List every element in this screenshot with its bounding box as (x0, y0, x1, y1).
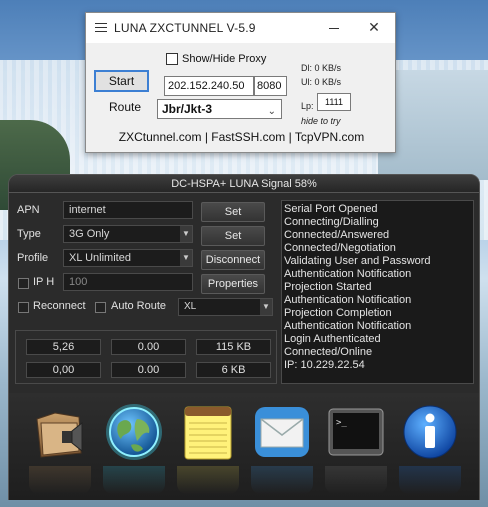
start-button[interactable]: Start (94, 70, 149, 92)
set-type-button[interactable]: Set (201, 226, 265, 246)
signal-header: DC-HSPA+ LUNA Signal 58% (9, 175, 479, 193)
terminal-icon[interactable]: >_ (325, 401, 387, 463)
close-button[interactable]: ✕ (363, 17, 385, 37)
log-line: Validating User and Password (284, 255, 431, 267)
ip-h-checkbox[interactable] (18, 278, 29, 289)
show-hide-proxy-label: Show/Hide Proxy (182, 53, 267, 65)
stat-r1c3: 115 KB (196, 339, 271, 355)
apn-label: APN (17, 204, 40, 216)
chevron-down-icon: ▼ (180, 226, 192, 242)
log-line: IP: 10.229.22.54 (284, 359, 365, 371)
connection-log[interactable]: Serial Port Opened Connecting/Dialling C… (281, 200, 474, 384)
notepad-icon[interactable] (177, 401, 239, 463)
minimize-button[interactable] (323, 19, 347, 37)
chevron-down-icon: ⌄ (267, 106, 276, 117)
hide-to-try-text: hide to try (301, 116, 341, 126)
proxy-port-input[interactable]: 8080 (254, 76, 287, 96)
auto-route-checkbox[interactable] (95, 302, 106, 313)
log-line: Authentication Notification (284, 294, 412, 306)
zxctunnel-window: LUNA ZXCTUNNEL V-5.9 ✕ Show/Hide Proxy S… (85, 12, 396, 153)
chevron-down-icon: ▼ (180, 250, 192, 266)
profile-label: Profile (17, 252, 49, 264)
menu-icon[interactable] (95, 23, 107, 33)
set-apn-button[interactable]: Set (201, 202, 265, 222)
reconnect-checkbox[interactable] (18, 302, 29, 313)
dock-reflection (177, 466, 239, 494)
footer-links[interactable]: ZXCtunnel.com | FastSSH.com | TcpVPN.com (86, 130, 397, 144)
dock-reflection (325, 466, 387, 494)
upload-speed: Ul: 0 KB/s (301, 77, 342, 87)
reconnect-label: Reconnect (33, 300, 86, 312)
stat-r2c2: 0.00 (111, 362, 186, 378)
download-speed: Dl: 0 KB/s (301, 63, 342, 73)
auto-route-select[interactable]: XL ▼ (178, 298, 273, 316)
route-value: Jbr/Jkt-3 (162, 102, 213, 116)
stat-r2c3: 6 KB (196, 362, 271, 378)
disconnect-button[interactable]: Disconnect (201, 250, 265, 270)
window-title: LUNA ZXCTUNNEL V-5.9 (114, 21, 256, 35)
log-line: Connected/Negotiation (284, 242, 396, 254)
type-value: 3G Only (69, 228, 110, 240)
info-icon[interactable] (399, 401, 461, 463)
apn-input[interactable]: internet (63, 201, 193, 219)
type-label: Type (17, 228, 41, 240)
dock-reflection (251, 466, 313, 494)
stat-r1c1: 5,26 (26, 339, 101, 355)
stat-r1c2: 0.00 (111, 339, 186, 355)
log-line: Connecting/Dialling (284, 216, 379, 228)
properties-button[interactable]: Properties (201, 274, 265, 294)
log-line: Connected/Answered (284, 229, 390, 241)
route-select[interactable]: Jbr/Jkt-3 ⌄ (157, 99, 282, 119)
speaker-folder-icon[interactable] (29, 401, 91, 463)
app-dock: >_ (9, 393, 479, 500)
log-line: Projection Completion (284, 307, 392, 319)
stat-r2c1: 0,00 (26, 362, 101, 378)
profile-value: XL Unlimited (69, 252, 131, 264)
title-bar: LUNA ZXCTUNNEL V-5.9 ✕ (86, 13, 395, 43)
chevron-down-icon: ▼ (260, 299, 272, 315)
svg-text:>_: >_ (336, 418, 347, 428)
auto-route-value: XL (184, 301, 197, 312)
dock-reflection (399, 466, 461, 494)
lp-label: Lp: (301, 101, 314, 111)
log-line: Login Authenticated (284, 333, 381, 345)
log-line: Connected/Online (284, 346, 373, 358)
profile-select[interactable]: XL Unlimited ▼ (63, 249, 193, 267)
show-hide-proxy-toggle[interactable]: Show/Hide Proxy (166, 53, 266, 65)
log-line: Serial Port Opened (284, 203, 378, 215)
dock-reflection (103, 466, 165, 494)
ip-h-input[interactable]: 100 (63, 273, 193, 291)
log-line: Authentication Notification (284, 268, 412, 280)
ip-h-label: IP H (33, 276, 55, 288)
modem-panel: DC-HSPA+ LUNA Signal 58% APN internet Se… (8, 174, 480, 500)
log-line: Projection Started (284, 281, 372, 293)
route-label: Route (109, 100, 142, 114)
lp-port-input[interactable]: 1111 (317, 93, 351, 111)
log-line: Authentication Notification (284, 320, 412, 332)
type-select[interactable]: 3G Only ▼ (63, 225, 193, 243)
globe-icon[interactable] (103, 401, 165, 463)
dock-reflection (29, 466, 91, 494)
auto-route-label: Auto Route (111, 300, 167, 312)
show-hide-proxy-checkbox[interactable] (166, 53, 178, 65)
traffic-stats: 5,26 0.00 115 KB 0,00 0.00 6 KB (15, 330, 277, 384)
mail-icon[interactable] (251, 401, 313, 463)
proxy-ip-input[interactable]: 202.152.240.50 (164, 76, 254, 96)
